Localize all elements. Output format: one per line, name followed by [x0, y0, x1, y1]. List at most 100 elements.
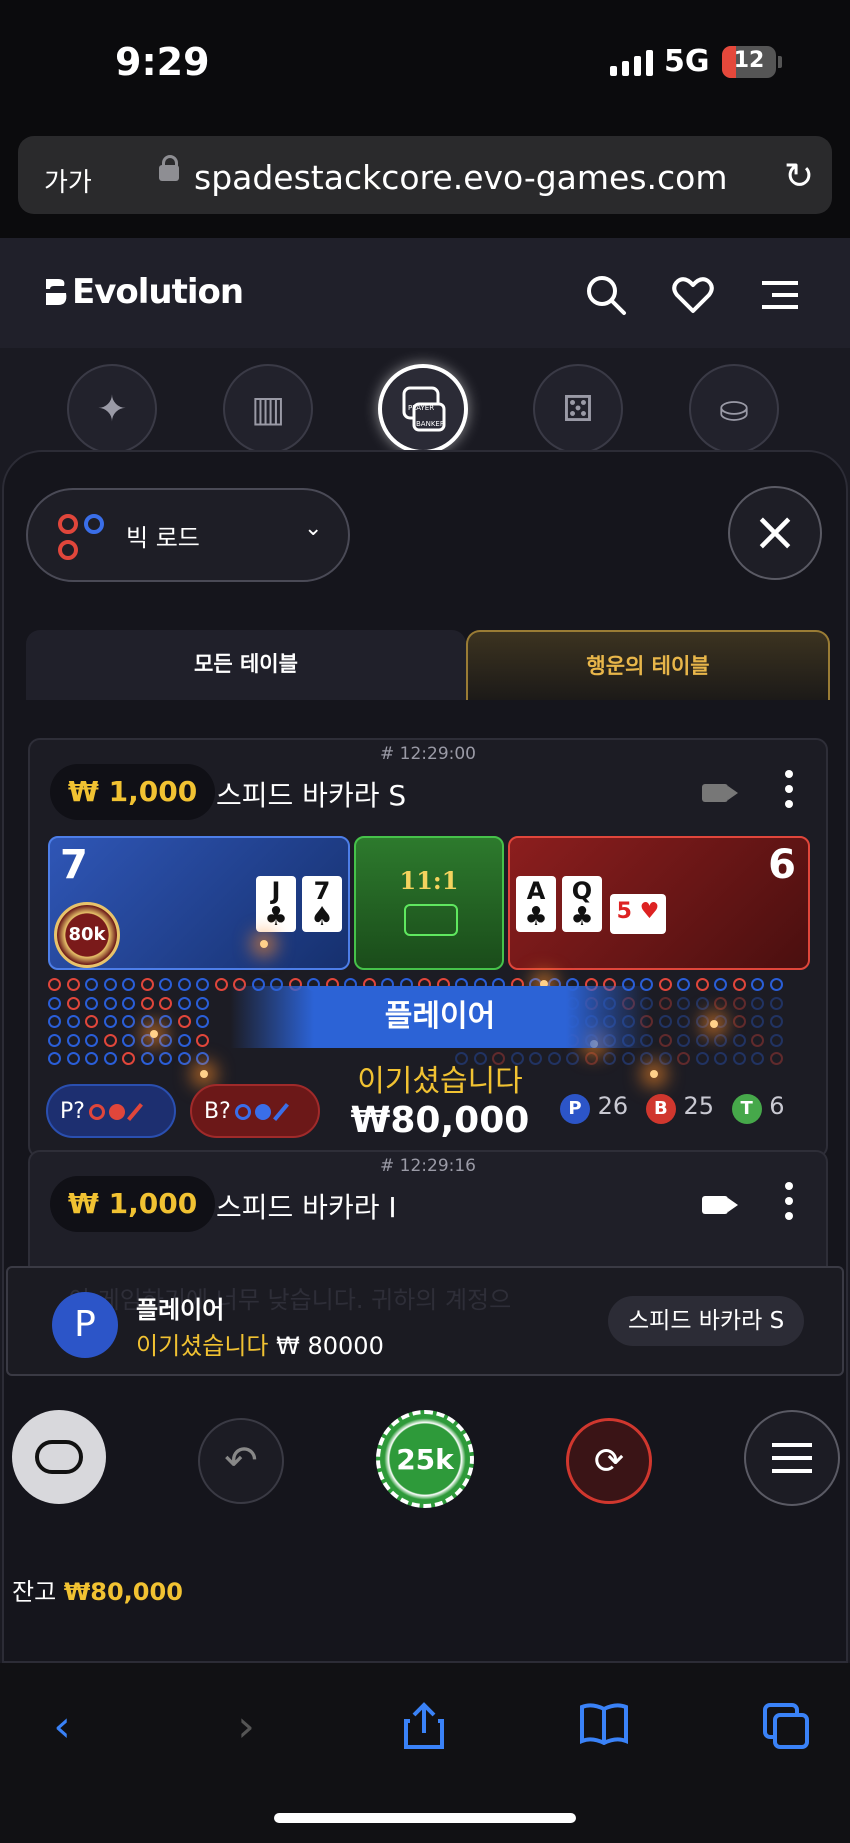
- lock-icon: [159, 155, 179, 181]
- logo-text: Evolution: [72, 272, 244, 312]
- bet-limit-badge: ₩ 1,000: [50, 764, 216, 820]
- road-marker: [140, 996, 154, 1010]
- banker-card-3: 5 ♥: [610, 894, 666, 934]
- road-marker: [695, 1033, 709, 1047]
- url-text[interactable]: spadestackcore.evo-games.com: [194, 158, 728, 197]
- chip-selector[interactable]: 25k: [376, 1410, 474, 1508]
- predict-banker-button[interactable]: B?: [190, 1084, 320, 1138]
- address-bar[interactable]: 가가 spadestackcore.evo-games.com ↻: [18, 136, 832, 214]
- road-marker: [177, 996, 191, 1010]
- banker-box[interactable]: 6 A ♣ Q ♣ 5 ♥: [508, 836, 810, 970]
- close-button[interactable]: ×: [728, 486, 822, 580]
- road-marker: [658, 1033, 672, 1047]
- road-marker: [695, 978, 709, 991]
- road-marker: [159, 1052, 172, 1065]
- notification-title: 플레이어: [136, 1296, 225, 1324]
- chevron-down-icon: ⌄: [304, 516, 323, 541]
- road-marker: [85, 1015, 98, 1028]
- table-tabs: 모든 테이블 행운의 테이블: [26, 630, 830, 700]
- video-icon[interactable]: [702, 784, 738, 802]
- road-marker: [769, 1033, 783, 1047]
- road-marker: [159, 1015, 172, 1028]
- text-size-button[interactable]: 가가: [44, 162, 92, 199]
- signal-icon: [610, 50, 653, 76]
- road-marker: [769, 978, 783, 991]
- lobby-button[interactable]: [12, 1410, 106, 1504]
- tab-lucky-tables[interactable]: 행운의 테이블: [466, 630, 830, 700]
- tabs-icon[interactable]: [756, 1701, 816, 1762]
- tie-box[interactable]: 11:1: [354, 836, 504, 970]
- road-marker: [122, 1052, 135, 1065]
- road-marker: [769, 1015, 783, 1028]
- road-selector[interactable]: 빅 로드 ⌄: [26, 488, 350, 582]
- win-banner: 플레이어: [230, 986, 650, 1048]
- search-icon[interactable]: [584, 273, 628, 317]
- tie-odds: 11:1: [399, 866, 459, 895]
- player-box[interactable]: 7 J ♣ 7 ♠ 80k: [48, 836, 350, 970]
- road-marker: [103, 1052, 117, 1065]
- road-marker: [714, 978, 727, 991]
- road-marker: [214, 978, 228, 991]
- background-message: 이 게임하기에 너무 낮습니다. 귀하의 계정으: [68, 1286, 512, 1314]
- table-card-speed-baccarat-s[interactable]: # 12:29:00 ₩ 1,000 스피드 바카라 S 7 J ♣ 7 ♠ 80k…: [28, 738, 828, 1158]
- road-marker: [122, 978, 135, 991]
- forward-icon[interactable]: ›: [216, 1701, 276, 1752]
- road-marker: [732, 996, 746, 1010]
- road-marker: [177, 978, 191, 991]
- road-marker: [103, 1033, 117, 1047]
- more-options-icon[interactable]: [784, 1182, 794, 1228]
- bookmarks-icon[interactable]: [574, 1701, 634, 1756]
- road-marker: [677, 1033, 690, 1047]
- round-timestamp: # 12:29:00: [380, 744, 476, 764]
- back-icon[interactable]: ‹: [32, 1701, 92, 1752]
- heart-icon[interactable]: [671, 273, 715, 317]
- video-icon[interactable]: [702, 1196, 738, 1214]
- road-marker: [714, 1033, 727, 1047]
- undo-icon[interactable]: ↶: [198, 1418, 284, 1504]
- road-marker: [103, 978, 117, 991]
- game-menu-button[interactable]: [744, 1410, 840, 1506]
- more-options-icon[interactable]: [784, 770, 794, 816]
- tab-all-tables[interactable]: 모든 테이블: [26, 630, 466, 700]
- table-name: 스피드 바카라 I: [216, 1191, 397, 1224]
- road-marker: [177, 1015, 191, 1028]
- road-dots-icon: [58, 514, 104, 560]
- podium-icon[interactable]: ▥: [223, 364, 313, 454]
- baccarat-icon[interactable]: PLAYER BANKER: [378, 364, 468, 454]
- menu-icon[interactable]: [758, 273, 802, 317]
- reload-icon[interactable]: ↻: [784, 156, 814, 197]
- table-card-speed-baccarat-i[interactable]: # 12:29:16 ₩ 1,000 스피드 바카라 I: [28, 1150, 828, 1280]
- notification-table-button[interactable]: 스피드 바카라 S: [608, 1296, 805, 1346]
- bet-limit-badge: ₩ 1,000: [50, 1176, 216, 1232]
- evolution-logo[interactable]: Evolution: [44, 272, 244, 312]
- hamburger-icon: [772, 1443, 812, 1473]
- road-marker: [122, 996, 135, 1010]
- balance-value: ₩80,000: [63, 1578, 183, 1606]
- win-notification[interactable]: 이 게임하기에 너무 낮습니다. 귀하의 계정으 P 플레이어 이기셨습니다 ₩…: [6, 1266, 844, 1376]
- road-marker: [732, 1052, 746, 1065]
- road-marker: [85, 978, 98, 991]
- banker-wins: 25: [683, 1092, 715, 1120]
- road-marker: [677, 996, 690, 1010]
- road-marker: [751, 978, 764, 991]
- road-marker: [714, 996, 727, 1010]
- sparkles-icon[interactable]: ✦: [67, 364, 157, 454]
- road-marker: [140, 978, 154, 991]
- repeat-bet-icon[interactable]: ⟳: [566, 1418, 652, 1504]
- roulette-icon[interactable]: ⛀: [689, 364, 779, 454]
- road-marker: [103, 1015, 117, 1028]
- road-marker: [159, 1033, 172, 1047]
- road-marker: [196, 978, 209, 991]
- share-icon[interactable]: [394, 1701, 454, 1762]
- road-marker: [695, 996, 709, 1010]
- road-marker: [732, 1033, 746, 1047]
- road-marker: [751, 1015, 764, 1028]
- road-marker: [658, 978, 672, 991]
- battery-level: 12: [733, 48, 765, 73]
- round-timestamp: # 12:29:16: [380, 1156, 476, 1176]
- battery-icon: 12: [722, 46, 776, 78]
- player-wins: 26: [597, 1092, 629, 1120]
- dice-icon[interactable]: ⚄: [533, 364, 623, 454]
- predict-player-button[interactable]: P?: [46, 1084, 176, 1138]
- player-card-1: J ♣: [256, 876, 296, 932]
